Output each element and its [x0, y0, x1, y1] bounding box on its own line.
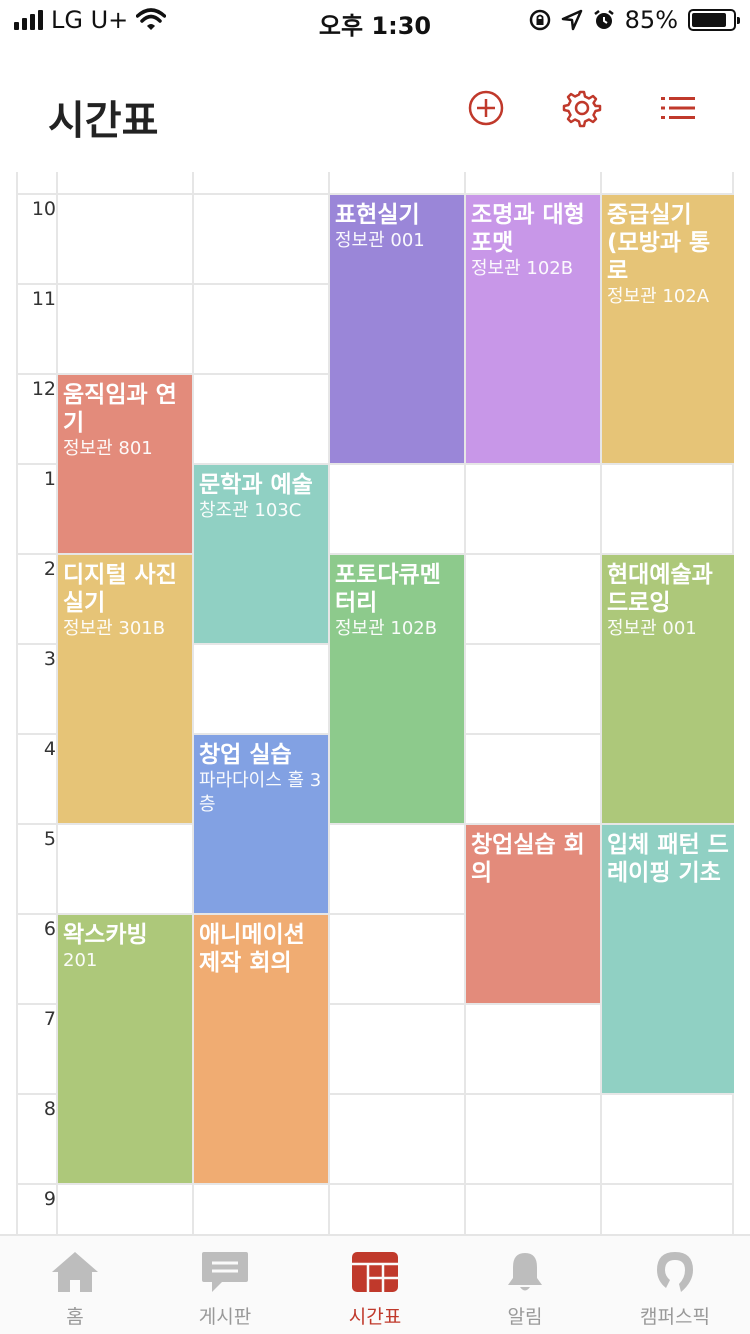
course-block[interactable]: 애니메이션 제작 회의 [194, 915, 328, 1183]
grid-line [16, 172, 18, 1234]
course-room: 정보관 102A [607, 286, 710, 307]
course-block[interactable]: 표현실기 정보관 001 [330, 195, 464, 463]
course-room: 정보관 102B [335, 618, 438, 639]
hour-label: 3 [43, 648, 56, 670]
hour-label: 11 [31, 288, 56, 310]
timetable-icon [352, 1252, 398, 1292]
status-bar: LG U+ 오후 1:30 85% [0, 0, 750, 40]
course-room: 201 [63, 950, 98, 971]
tab-bar: 홈 게시판 시간표 알림 캠퍼스픽 [0, 1234, 750, 1334]
timetable-grid[interactable]: 10 11 12 1 2 3 4 5 6 7 8 9 움직임과 연기 정보관 801 디지털 사진 실기 정보… [16, 172, 734, 1234]
hour-label: 2 [43, 558, 56, 580]
course-name: 창업실습 회의 [471, 832, 585, 886]
course-name: 현대예술과 드로잉 [607, 562, 713, 616]
course-name: 포토다큐멘터리 [335, 562, 441, 616]
settings-button[interactable] [560, 86, 604, 130]
hour-label: 8 [43, 1098, 56, 1120]
location-icon [561, 9, 582, 31]
tab-timetable[interactable]: 시간표 [300, 1236, 450, 1334]
list-button[interactable] [656, 86, 700, 130]
course-block[interactable]: 움직임과 연기 정보관 801 [58, 375, 192, 553]
course-room: 정보관 801 [63, 438, 153, 459]
alarm-icon [593, 10, 614, 29]
hour-label: 9 [43, 1188, 56, 1210]
page-title: 시간표 [48, 98, 159, 144]
header: 시간표 [0, 60, 750, 170]
grid-line [16, 1183, 734, 1185]
course-room: 정보관 301B [63, 618, 166, 639]
course-room: 정보관 102B [471, 258, 574, 279]
course-name: 창업 실습 [199, 742, 292, 768]
course-name: 표현실기 [335, 202, 420, 228]
course-block[interactable]: 현대예술과 드로잉 정보관 001 [602, 555, 734, 823]
hour-label: 5 [43, 828, 56, 850]
tab-campuspick[interactable]: 캠퍼스픽 [600, 1236, 750, 1334]
course-block[interactable]: 디지털 사진 실기 정보관 301B [58, 555, 192, 823]
course-block[interactable]: 창업실습 회의 [466, 825, 600, 1003]
rotation-lock-icon [529, 9, 550, 31]
course-name: 입체 패턴 드레이핑 기초 [607, 832, 729, 886]
course-block[interactable]: 왁스카빙 201 [58, 915, 192, 1183]
course-block[interactable]: 포토다큐멘터리 정보관 102B [330, 555, 464, 823]
course-name: 문학과 예술 [199, 472, 313, 498]
tab-label: 캠퍼스픽 [640, 1306, 710, 1328]
course-block[interactable]: 문학과 예술 창조관 103C [194, 465, 328, 643]
tab-label: 게시판 [198, 1306, 252, 1328]
gear-icon [562, 90, 602, 128]
tab-label: 시간표 [348, 1306, 402, 1328]
tab-label: 알림 [507, 1306, 543, 1328]
course-name: 왁스카빙 [63, 922, 148, 948]
course-room: 정보관 001 [335, 230, 425, 251]
course-block[interactable]: 창업 실습 파라다이스 홀 3층 [194, 735, 328, 913]
bell-icon [508, 1253, 542, 1291]
course-name: 움직임과 연기 [63, 382, 177, 436]
battery-icon [688, 9, 740, 31]
tab-home[interactable]: 홈 [0, 1236, 150, 1334]
hour-label: 6 [43, 918, 56, 940]
campuspick-icon [657, 1252, 693, 1292]
tab-label: 홈 [66, 1306, 84, 1328]
course-name: 조명과 대형포맷 [471, 202, 585, 256]
course-block[interactable]: 조명과 대형포맷 정보관 102B [466, 195, 600, 463]
home-icon [52, 1252, 98, 1292]
course-name: 애니메이션 제작 회의 [199, 922, 305, 976]
hour-label: 10 [31, 198, 56, 220]
course-block[interactable]: 입체 패턴 드레이핑 기초 [602, 825, 734, 1093]
course-name: 디지털 사진 실기 [63, 562, 177, 616]
tab-notifications[interactable]: 알림 [450, 1236, 600, 1334]
course-room: 창조관 103C [199, 500, 302, 521]
hour-label: 7 [43, 1008, 56, 1030]
course-room: 파라다이스 홀 3층 [199, 770, 322, 815]
course-name: 중급실기 (모방과 통로 [607, 202, 711, 284]
list-icon [661, 97, 695, 119]
tab-board[interactable]: 게시판 [150, 1236, 300, 1334]
hour-label: 12 [31, 378, 56, 400]
status-right: 85% [529, 6, 740, 34]
add-circle-icon [468, 90, 504, 126]
hour-label: 4 [43, 738, 56, 760]
chat-icon [202, 1252, 248, 1292]
course-block[interactable]: 중급실기 (모방과 통로 정보관 102A [602, 195, 734, 463]
hour-label: 1 [43, 468, 56, 490]
course-room: 정보관 001 [607, 618, 697, 639]
battery-percent: 85% [624, 6, 678, 34]
add-button[interactable] [464, 86, 508, 130]
